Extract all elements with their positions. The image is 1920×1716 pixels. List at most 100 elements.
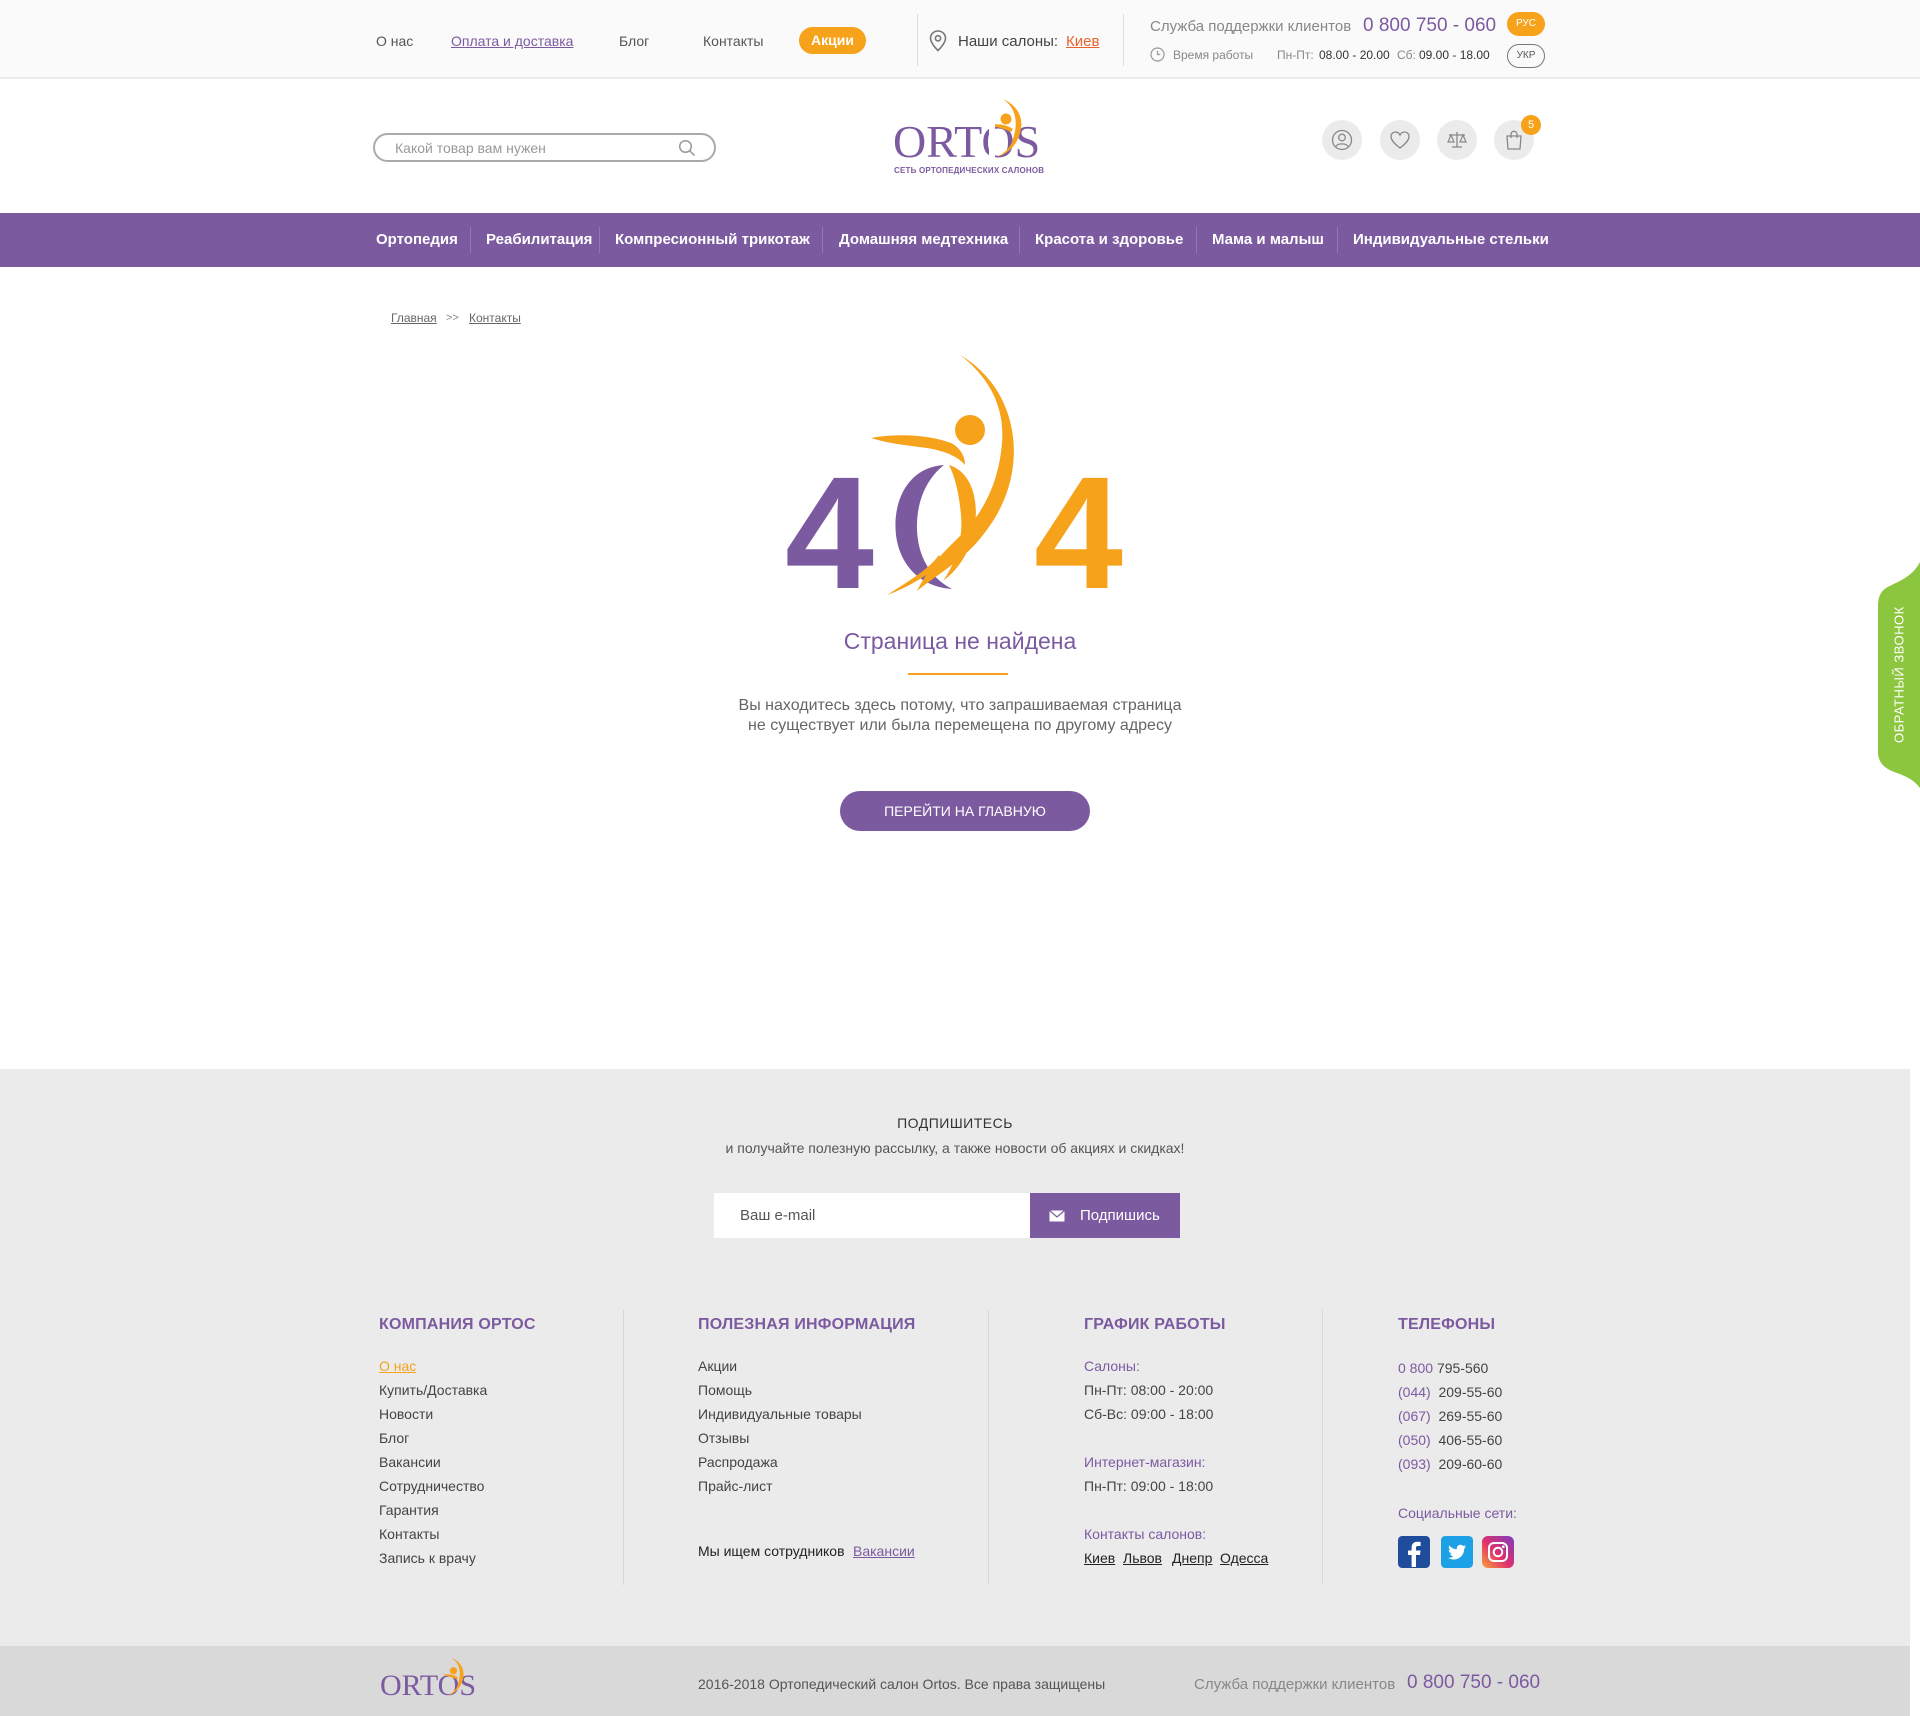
breadcrumb-home[interactable]: Главная <box>391 311 437 325</box>
schedule-salons-weekend: Сб-Вс: 09:00 - 18:00 <box>1084 1406 1214 1422</box>
phone-code: (093) <box>1398 1456 1431 1472</box>
go-home-button[interactable]: ПЕРЕЙТИ НА ГЛАВНУЮ <box>840 791 1090 831</box>
account-button[interactable] <box>1322 120 1362 160</box>
footer-link-cooperation[interactable]: Сотрудничество <box>379 1478 484 1494</box>
ortos-logo[interactable]: ORTOS СЕТЬ ОРТОПЕДИЧЕСКИХ САЛОНОВ <box>893 95 1045 180</box>
footer-link-promotions[interactable]: Акции <box>698 1358 737 1374</box>
top-link-contacts[interactable]: Контакты <box>703 33 763 49</box>
schedule-shop-label: Интернет-магазин: <box>1084 1454 1206 1470</box>
salon-city-kyiv[interactable]: Киев <box>1084 1550 1115 1566</box>
footer-link-reviews[interactable]: Отзывы <box>698 1430 749 1446</box>
scales-icon <box>1447 132 1467 148</box>
top-link-delivery[interactable]: Оплата и доставка <box>451 33 573 49</box>
mail-icon <box>1049 1210 1065 1222</box>
weekdays-hours: 08.00 - 20.00 <box>1319 48 1390 62</box>
schedule-salons-weekdays: Пн-Пт: 08:00 - 20:00 <box>1084 1382 1214 1398</box>
lang-ua-button[interactable]: УКР <box>1507 44 1545 68</box>
social-label: Социальные сети: <box>1398 1505 1517 1521</box>
footer-link-doctor-appointment[interactable]: Запись к врачу <box>379 1550 476 1566</box>
saturday-label: Сб: <box>1397 48 1416 62</box>
phone-line[interactable]: (044) 209-55-60 <box>1398 1384 1502 1400</box>
top-link-blog[interactable]: Блог <box>619 33 649 49</box>
phone-line[interactable]: (067) 269-55-60 <box>1398 1408 1502 1424</box>
nav-item-home-medtech[interactable]: Домашняя медтехника <box>839 231 1008 248</box>
phone-line[interactable]: (093) 209-60-60 <box>1398 1456 1502 1472</box>
subscribe-title: ПОДПИШИТЕСЬ <box>897 1115 1013 1131</box>
location-pin-icon <box>929 30 947 52</box>
phone-code: (044) <box>1398 1384 1431 1400</box>
hiring-vacancies-link[interactable]: Вакансии <box>853 1543 915 1559</box>
compare-button[interactable] <box>1437 120 1477 160</box>
footer-link-news[interactable]: Новости <box>379 1406 433 1422</box>
footer-link-help[interactable]: Помощь <box>698 1382 752 1398</box>
footer-support-phone[interactable]: 0 800 750 - 060 <box>1407 1672 1540 1694</box>
nav-item-rehabilitation[interactable]: Реабилитация <box>486 231 592 248</box>
footer-logo-figure-icon <box>442 1657 464 1696</box>
phone-code: (050) <box>1398 1432 1431 1448</box>
nav-divider <box>1337 227 1338 253</box>
salons-city-link[interactable]: Киев <box>1066 33 1099 50</box>
top-link-about[interactable]: О нас <box>376 33 413 49</box>
nav-divider <box>1196 227 1197 253</box>
phone-number: 269-55-60 <box>1438 1408 1503 1424</box>
twitter-icon[interactable] <box>1441 1536 1473 1568</box>
footer-divider <box>623 1310 624 1585</box>
footer-link-warranty[interactable]: Гарантия <box>379 1502 439 1518</box>
footer-divider <box>1322 1310 1323 1585</box>
breadcrumb-current[interactable]: Контакты <box>469 311 521 325</box>
not-found-text-line2: не существует или была перемещена по дру… <box>748 717 1172 734</box>
search-icon[interactable] <box>678 139 696 157</box>
wishlist-button[interactable] <box>1380 120 1420 160</box>
heart-icon <box>1390 131 1410 149</box>
support-phone[interactable]: 0 800 750 - 060 <box>1363 15 1496 37</box>
footer-link-vacancies[interactable]: Вакансии <box>379 1454 441 1470</box>
footer-link-custom-products[interactable]: Индивидуальные товары <box>698 1406 862 1422</box>
footer-link-sale[interactable]: Распродажа <box>698 1454 778 1470</box>
footer-link-about[interactable]: О нас <box>379 1358 416 1374</box>
nav-item-insoles[interactable]: Индивидуальные стельки <box>1353 231 1549 248</box>
footer-divider <box>988 1310 989 1585</box>
weekdays-label: Пн-Пт: <box>1277 48 1314 62</box>
breadcrumb-separator: >> <box>446 312 459 324</box>
facebook-icon[interactable] <box>1398 1536 1430 1568</box>
not-found-text-line1: Вы находитесь здесь потому, что запрашив… <box>738 697 1182 714</box>
logo-subtitle: СЕТЬ ОРТОПЕДИЧЕСКИХ САЛОНОВ <box>894 166 1045 175</box>
nav-item-beauty-health[interactable]: Красота и здоровье <box>1035 231 1183 248</box>
main-nav: Ортопедия Реабилитация Компресионный три… <box>0 213 1920 267</box>
phone-line[interactable]: 0 800 795-560 <box>1398 1360 1488 1376</box>
nav-divider <box>1019 227 1020 253</box>
subscribe-button-label: Подпишись <box>1080 1207 1160 1224</box>
phone-code: 0 800 <box>1398 1360 1434 1376</box>
footer-schedule-title: ГРАФИК РАБОТЫ <box>1084 1316 1226 1333</box>
phone-number: 406-55-60 <box>1438 1432 1503 1448</box>
divider <box>1123 14 1124 66</box>
lang-ru-button[interactable]: РУС <box>1507 12 1545 36</box>
footer-info-title: ПОЛЕЗНАЯ ИНФОРМАЦИЯ <box>698 1316 916 1333</box>
nav-item-orthopedics[interactable]: Ортопедия <box>376 231 458 248</box>
user-icon <box>1331 129 1353 151</box>
salon-city-odesa[interactable]: Одесса <box>1220 1550 1268 1566</box>
not-found-title: Страница не найдена <box>843 628 1077 654</box>
subscribe-email-input[interactable] <box>714 1193 1031 1238</box>
nav-item-mother-baby[interactable]: Мама и малыш <box>1212 231 1324 248</box>
footer-link-blog[interactable]: Блог <box>379 1430 409 1446</box>
hiring-text: Мы ищем сотрудников <box>698 1543 845 1559</box>
search-input[interactable] <box>395 139 665 157</box>
footer-link-contacts[interactable]: Контакты <box>379 1526 439 1542</box>
phone-code: (067) <box>1398 1408 1431 1424</box>
footer-logo[interactable]: ORTOS <box>380 1655 480 1703</box>
footer-link-price-list[interactable]: Прайс-лист <box>698 1478 773 1494</box>
salon-city-lviv[interactable]: Львов <box>1123 1550 1162 1566</box>
subscribe-button[interactable]: Подпишись <box>1030 1193 1180 1238</box>
footer-link-buy-delivery[interactable]: Купить/Доставка <box>379 1382 487 1398</box>
callback-tab[interactable]: ОБРАТНЫЙ ЗВОНОК <box>1878 562 1920 788</box>
phone-line[interactable]: (050) 406-55-60 <box>1398 1432 1502 1448</box>
divider <box>917 14 918 66</box>
phone-number: 209-60-60 <box>1438 1456 1503 1472</box>
promo-button[interactable]: Акции <box>799 27 866 54</box>
logo-figure-icon <box>989 99 1022 165</box>
instagram-icon[interactable] <box>1482 1536 1514 1568</box>
salon-city-dnipro[interactable]: Днепр <box>1172 1550 1212 1566</box>
nav-item-compression[interactable]: Компресионный трикотаж <box>615 231 810 248</box>
clock-icon <box>1150 47 1165 62</box>
